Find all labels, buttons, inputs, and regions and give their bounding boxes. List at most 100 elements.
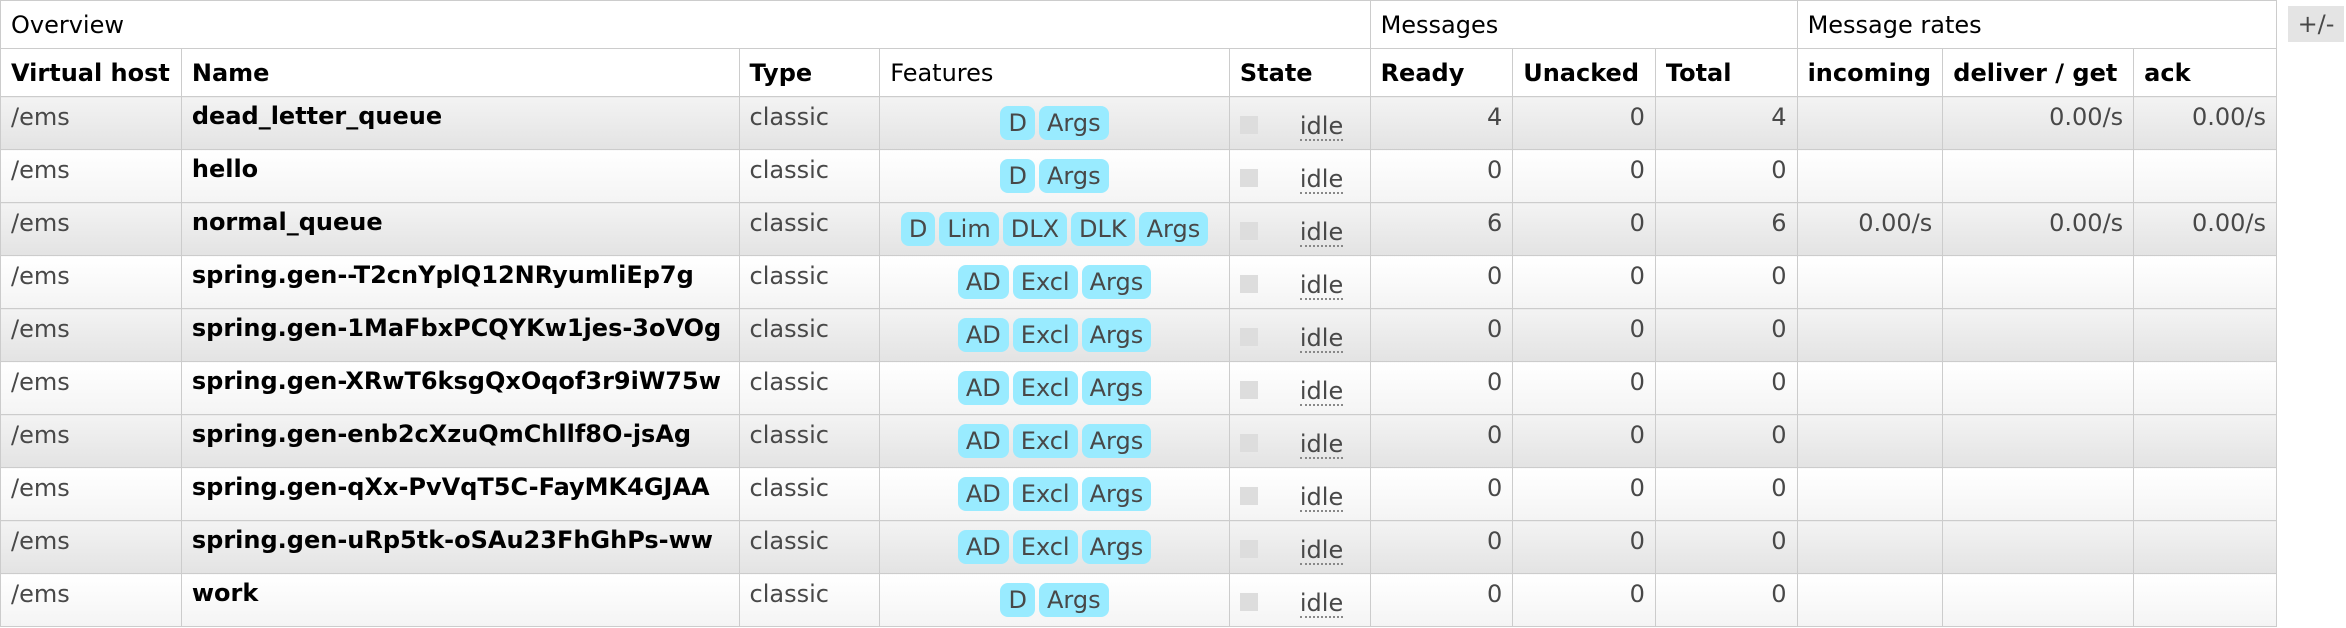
queue-state: idle	[1228, 467, 1371, 521]
queue-total: 0	[1654, 520, 1798, 574]
queue-state: idle	[1228, 414, 1371, 468]
group-messages: Messages	[1369, 0, 1798, 49]
queue-vhost: /ems	[0, 255, 182, 309]
state-indicator-icon	[1239, 380, 1258, 399]
queue-rate-incoming	[1796, 96, 1944, 150]
queue-features: D Args	[879, 96, 1230, 150]
queue-rate-ack	[2133, 573, 2277, 627]
queue-name-link[interactable]: spring.gen-qXx-PvVqT5C-FayMK4GJAA	[192, 473, 710, 501]
feature-badge: Excl	[1012, 424, 1078, 458]
queue-name-link[interactable]: spring.gen--T2cnYplQ12NRyumliEp7g	[192, 261, 694, 289]
queue-name-link[interactable]: spring.gen-uRp5tk-oSAu23FhGhPs-ww	[192, 526, 713, 554]
group-header-row: Overview Messages Message rates	[0, 0, 2278, 49]
queue-type: classic	[738, 149, 881, 203]
feature-badge: Args	[1038, 106, 1109, 140]
col-header-name[interactable]: Name	[180, 48, 740, 97]
queue-unacked: 0	[1512, 361, 1656, 415]
queue-features: AD Excl Args	[879, 255, 1230, 309]
queue-name-link[interactable]: spring.gen-enb2cXzuQmChllf8O-jsAg	[192, 420, 691, 448]
col-header-virtual-host[interactable]: Virtual host	[0, 48, 182, 97]
queue-vhost: /ems	[0, 202, 182, 256]
feature-badge: D	[900, 212, 936, 246]
queue-rate-deliver-get	[1942, 149, 2135, 203]
queue-vhost: /ems	[0, 96, 182, 150]
feature-badge: Args	[1081, 371, 1152, 405]
queue-row: /ems spring.gen--T2cnYplQ12NRyumliEp7g cla…	[0, 255, 2277, 309]
queue-type: classic	[738, 202, 881, 256]
col-header-ready[interactable]: Ready	[1369, 48, 1514, 97]
queue-unacked: 0	[1512, 96, 1656, 150]
toggle-columns-button[interactable]: +/-	[2288, 6, 2344, 42]
queue-rate-deliver-get	[1942, 520, 2135, 574]
queue-name-link[interactable]: spring.gen-XRwT6ksgQxOqof3r9iW75w	[192, 367, 721, 395]
state-label: idle	[1299, 164, 1344, 194]
queue-name-link[interactable]: hello	[192, 155, 258, 183]
feature-badge: Excl	[1012, 477, 1078, 511]
queue-total: 0	[1654, 308, 1798, 362]
col-header-deliver-get[interactable]: deliver / get	[1942, 48, 2135, 97]
col-header-incoming[interactable]: incoming	[1796, 48, 1944, 97]
queue-vhost: /ems	[0, 467, 182, 521]
state-indicator-icon	[1239, 592, 1258, 611]
queue-name-cell: spring.gen-qXx-PvVqT5C-FayMK4GJAA	[180, 467, 740, 521]
queue-rate-ack	[2133, 149, 2277, 203]
queue-name-cell: spring.gen-1MaFbxPCQYKw1jes-3oVOg	[180, 308, 740, 362]
queue-ready: 4	[1369, 96, 1514, 150]
queue-total: 6	[1654, 202, 1798, 256]
queue-total: 0	[1654, 467, 1798, 521]
col-header-type[interactable]: Type	[738, 48, 881, 97]
col-header-total[interactable]: Total	[1654, 48, 1798, 97]
queue-rate-incoming	[1796, 520, 1944, 574]
queue-vhost: /ems	[0, 520, 182, 574]
queue-features: AD Excl Args	[879, 467, 1230, 521]
queue-features: AD Excl Args	[879, 308, 1230, 362]
queue-unacked: 0	[1512, 573, 1656, 627]
feature-badge: Args	[1038, 583, 1109, 617]
state-label: idle	[1299, 482, 1344, 512]
queue-rate-deliver-get	[1942, 573, 2135, 627]
state-label: idle	[1299, 270, 1344, 300]
state-label: idle	[1299, 111, 1344, 141]
state-indicator-icon	[1239, 433, 1258, 452]
queues-table: Overview Messages Message rates Virtual …	[0, 0, 2278, 627]
queue-ready: 0	[1369, 467, 1514, 521]
col-header-ack[interactable]: ack	[2133, 48, 2277, 97]
queue-vhost: /ems	[0, 573, 182, 627]
queue-name-link[interactable]: work	[192, 579, 258, 607]
queue-total: 0	[1654, 149, 1798, 203]
queue-name-cell: spring.gen-uRp5tk-oSAu23FhGhPs-ww	[180, 520, 740, 574]
queue-name-cell: normal_queue	[180, 202, 740, 256]
col-header-state[interactable]: State	[1228, 48, 1371, 97]
feature-badge: Excl	[1012, 318, 1078, 352]
queue-rate-deliver-get: 0.00/s	[1942, 96, 2135, 150]
queue-row: /ems work classic D Args idle 0 0 0	[0, 573, 2277, 627]
state-label: idle	[1299, 217, 1344, 247]
queue-rate-deliver-get	[1942, 361, 2135, 415]
queue-state: idle	[1228, 255, 1371, 309]
queue-state: idle	[1228, 96, 1371, 150]
col-header-unacked[interactable]: Unacked	[1512, 48, 1656, 97]
state-label: idle	[1299, 323, 1344, 353]
queue-vhost: /ems	[0, 414, 182, 468]
feature-badge: Excl	[1012, 265, 1078, 299]
feature-badge: Args	[1138, 212, 1209, 246]
queue-rate-deliver-get	[1942, 414, 2135, 468]
queue-type: classic	[738, 573, 881, 627]
feature-badge: D	[1000, 583, 1035, 617]
queue-features: AD Excl Args	[879, 520, 1230, 574]
queue-name-cell: hello	[180, 149, 740, 203]
feature-badge: Args	[1081, 265, 1152, 299]
queue-unacked: 0	[1512, 149, 1656, 203]
queue-name-cell: spring.gen-XRwT6ksgQxOqof3r9iW75w	[180, 361, 740, 415]
queue-row: /ems spring.gen-1MaFbxPCQYKw1jes-3oVOg cla…	[0, 308, 2277, 362]
queue-ready: 0	[1369, 414, 1514, 468]
state-indicator-icon	[1239, 486, 1258, 505]
queue-state: idle	[1228, 573, 1371, 627]
queue-name-link[interactable]: dead_letter_queue	[192, 102, 442, 130]
queue-rate-incoming	[1796, 467, 1944, 521]
feature-badge: AD	[957, 477, 1009, 511]
feature-badge: AD	[957, 265, 1009, 299]
queue-name-link[interactable]: normal_queue	[192, 208, 383, 236]
queue-name-link[interactable]: spring.gen-1MaFbxPCQYKw1jes-3oVOg	[192, 314, 721, 342]
queue-unacked: 0	[1512, 308, 1656, 362]
